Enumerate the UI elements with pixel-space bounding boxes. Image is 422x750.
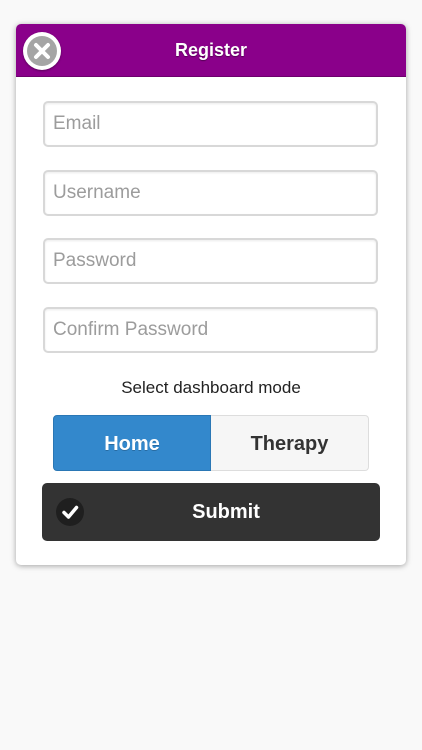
mode-option-home[interactable]: Home bbox=[53, 415, 211, 471]
email-input[interactable] bbox=[45, 103, 376, 145]
register-dialog: Register Select dashboard mode Home Ther… bbox=[16, 24, 406, 565]
mode-option-therapy[interactable]: Therapy bbox=[211, 415, 369, 471]
email-field[interactable] bbox=[43, 101, 378, 147]
close-icon bbox=[34, 43, 50, 59]
username-input[interactable] bbox=[45, 172, 376, 214]
submit-button[interactable]: Submit bbox=[42, 483, 380, 541]
password-field[interactable] bbox=[43, 238, 378, 284]
username-field[interactable] bbox=[43, 170, 378, 216]
close-button[interactable] bbox=[23, 32, 61, 70]
confirm-password-field[interactable] bbox=[43, 307, 378, 353]
dashboard-mode-label: Select dashboard mode bbox=[121, 378, 301, 397]
submit-label: Submit bbox=[192, 501, 260, 523]
confirm-password-input[interactable] bbox=[45, 309, 376, 351]
dialog-title: Register bbox=[174, 40, 248, 60]
password-input[interactable] bbox=[45, 240, 376, 282]
